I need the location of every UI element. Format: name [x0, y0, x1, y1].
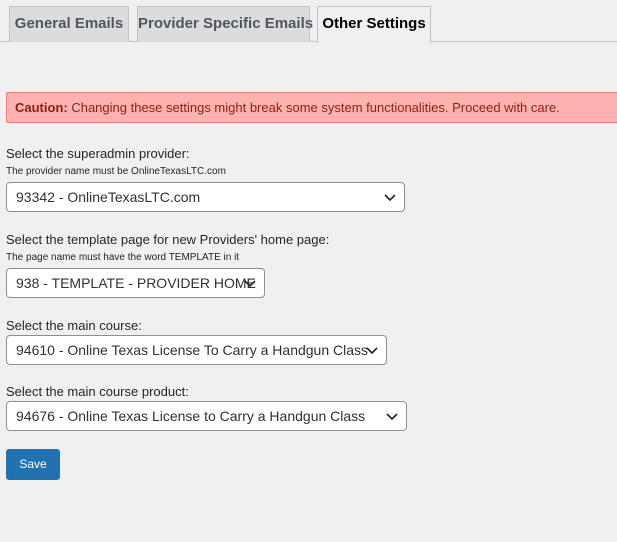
chevron-down-icon	[386, 413, 398, 421]
template-page-hint: The page name must have the word TEMPLAT…	[6, 252, 240, 263]
caution-text: Changing these settings might break some…	[67, 100, 560, 115]
superadmin-provider-value: 93342 - OnlineTexasLTC.com	[16, 189, 201, 205]
main-course-select[interactable]: 94610 - Online Texas License To Carry a …	[6, 335, 387, 365]
main-course-value: 94610 - Online Texas License To Carry a …	[16, 342, 369, 358]
caution-label: Caution:	[15, 100, 68, 115]
superadmin-provider-label: Select the superadmin provider:	[6, 146, 190, 161]
tab-general-emails[interactable]: General Emails	[9, 6, 129, 42]
tab-other-settings[interactable]: Other Settings	[317, 6, 431, 43]
chevron-down-icon	[244, 280, 256, 288]
main-course-product-label: Select the main course product:	[6, 384, 189, 399]
tab-provider-specific-emails[interactable]: Provider Specific Emails	[137, 6, 313, 42]
caution-notice: Caution: Changing these settings might b…	[6, 92, 617, 123]
template-page-select[interactable]: 938 - TEMPLATE - PROVIDER HOME	[6, 268, 265, 298]
superadmin-provider-select[interactable]: 93342 - OnlineTexasLTC.com	[6, 182, 405, 212]
settings-tabs: General Emails Provider Specific Emails …	[0, 0, 617, 43]
superadmin-provider-hint: The provider name must be OnlineTexasLTC…	[6, 166, 226, 177]
template-page-value: 938 - TEMPLATE - PROVIDER HOME	[16, 275, 256, 291]
template-page-label: Select the template page for new Provide…	[6, 232, 330, 247]
main-course-product-select[interactable]: 94676 - Online Texas License to Carry a …	[6, 401, 407, 431]
main-course-label: Select the main course:	[6, 318, 142, 333]
main-course-product-value: 94676 - Online Texas License to Carry a …	[16, 408, 366, 424]
save-button[interactable]: Save	[6, 449, 60, 480]
chevron-down-icon	[366, 347, 378, 355]
chevron-down-icon	[384, 194, 396, 202]
